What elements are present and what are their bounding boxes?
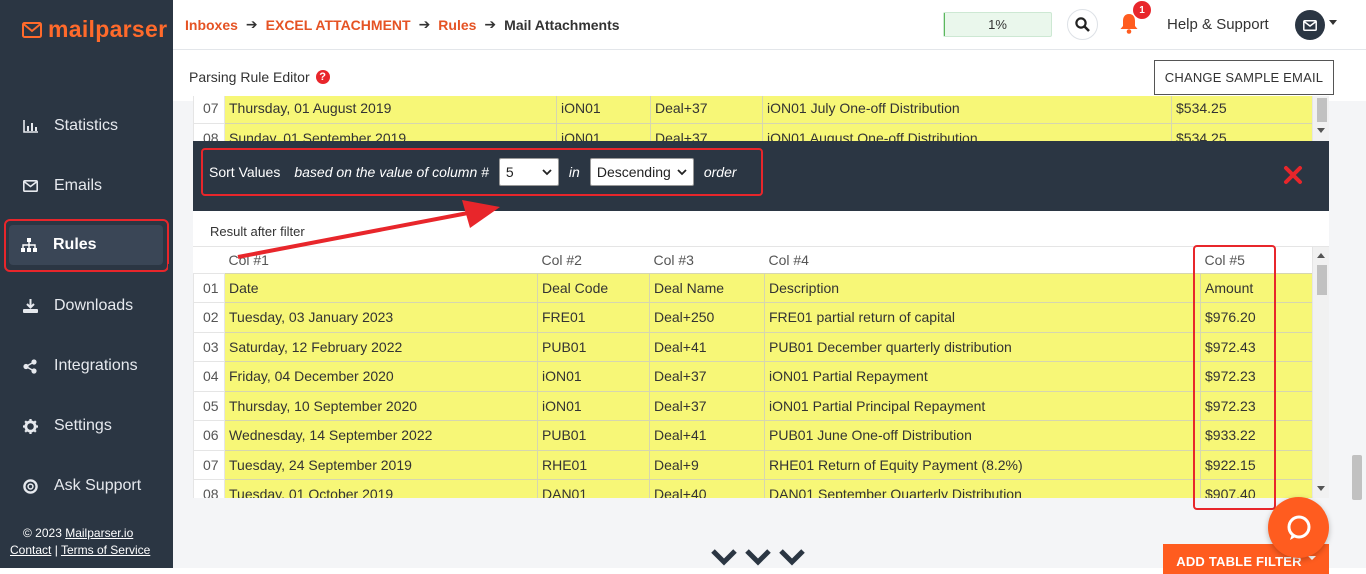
chat-bubble-icon xyxy=(1287,515,1310,540)
annotation-arrow xyxy=(237,200,500,259)
chat-support-button[interactable] xyxy=(1268,497,1329,558)
page-scrollbar[interactable] xyxy=(1349,455,1366,568)
chevron-down-icon xyxy=(711,549,737,566)
add-table-filter-label: ADD TABLE FILTER xyxy=(1176,554,1302,569)
expand-more-indicator[interactable] xyxy=(710,548,806,566)
chevron-down-icon xyxy=(745,549,771,566)
scrollbar-thumb[interactable] xyxy=(1352,455,1362,500)
chevron-down-icon xyxy=(779,549,805,566)
